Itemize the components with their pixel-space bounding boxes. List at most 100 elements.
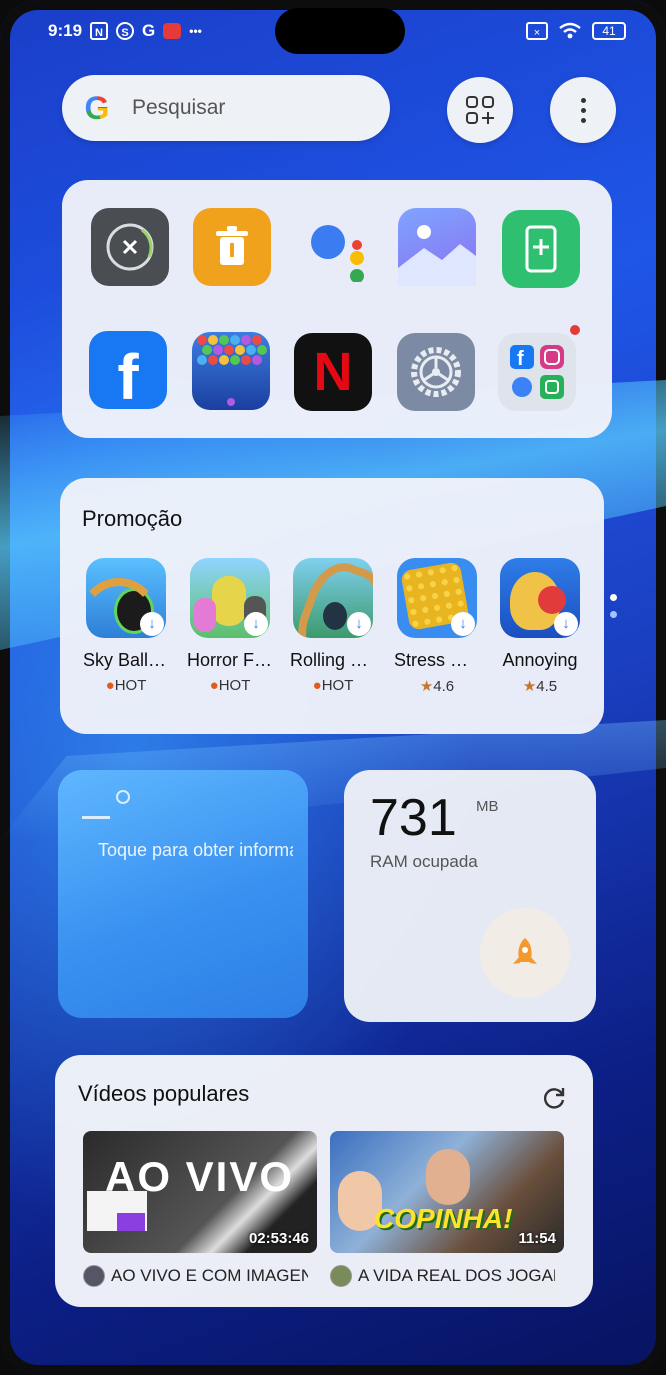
- google-search-bar[interactable]: G Pesquisar: [62, 75, 390, 141]
- boost-button[interactable]: [480, 908, 570, 998]
- game-rating: 4.6: [433, 678, 455, 695]
- ram-widget[interactable]: 731 MB RAM ocupada: [344, 770, 596, 1022]
- ram-label: RAM ocupada: [370, 852, 478, 871]
- hot-flame-icon: ●: [209, 677, 219, 694]
- app-bubble-shooter[interactable]: [192, 332, 270, 410]
- hot-flame-icon: ●: [105, 677, 115, 694]
- bubble-shooter-icon: [197, 335, 267, 406]
- promo-game-5[interactable]: ↓ Annoying ★4.5: [500, 558, 580, 695]
- add-widget-button[interactable]: [447, 77, 513, 143]
- sky-ball-thumbnail: ↓: [86, 558, 166, 638]
- page-indicator: [610, 594, 617, 628]
- rocket-icon: [513, 938, 537, 964]
- video-duration: 11:54: [518, 1230, 556, 1247]
- game-rating: 4.5: [536, 678, 558, 695]
- battery-icon: 41: [592, 22, 626, 40]
- promotion-card: Promoção ↓ Sky Ball Jump ●HOT ↓ Horror F…: [60, 478, 604, 734]
- annoying-thumbnail: ↓: [500, 558, 580, 638]
- phone-clone-icon: [525, 225, 557, 273]
- download-icon: ↓: [554, 612, 578, 636]
- facebook-icon: f: [117, 341, 139, 413]
- more-vertical-icon: [580, 97, 586, 123]
- app-social-folder[interactable]: f: [498, 325, 580, 411]
- star-icon: ★: [522, 678, 537, 695]
- video-duration: 02:53:46: [248, 1230, 309, 1247]
- page-dot-active: [610, 594, 617, 601]
- app-cleaner[interactable]: [91, 208, 169, 286]
- promotion-title: Promoção: [82, 506, 183, 531]
- channel-avatar: [330, 1265, 352, 1287]
- game-name: Sky Ball Jump: [83, 650, 169, 670]
- game-rating: HOT: [114, 677, 147, 694]
- videos-title: Vídeos populares: [78, 1081, 250, 1106]
- home-screen: 9:19 N S G ••• × 41 G Pesquisar f N f Pr…: [0, 0, 666, 1375]
- status-bar: 9:19 N S G ••• × 41: [48, 16, 626, 46]
- star-icon: ★: [419, 678, 434, 695]
- search-placeholder: Pesquisar: [132, 96, 226, 119]
- ram-unit: MB: [476, 798, 499, 815]
- app-recycle-bin[interactable]: [193, 208, 271, 286]
- trash-icon: [216, 226, 248, 265]
- mail-notification-icon: [163, 23, 182, 39]
- google-logo-icon: G: [80, 91, 114, 125]
- netflix-icon: N: [313, 342, 353, 402]
- no-sim-icon: ×: [526, 22, 548, 40]
- rolling-ball-thumbnail: ↓: [293, 558, 373, 638]
- degree-icon: [116, 790, 130, 804]
- ram-value: 731: [370, 789, 457, 847]
- app-phone-clone[interactable]: [502, 210, 580, 288]
- wifi-icon: [559, 22, 581, 39]
- apps-card: f N f: [62, 180, 612, 438]
- app-settings[interactable]: [397, 333, 475, 411]
- weather-hint: Toque para obter informações: [98, 840, 293, 860]
- video-overlay-text: COPINHA!: [374, 1203, 513, 1234]
- popular-videos-card: Vídeos populares AO VIVO 02:53:46 AO VIV…: [55, 1055, 593, 1307]
- video-title-2[interactable]: A VIDA REAL DOS JOGADORES: [330, 1265, 555, 1287]
- channel-avatar: [83, 1265, 105, 1287]
- more-notifications-icon: •••: [189, 24, 202, 38]
- promo-game-1[interactable]: ↓ Sky Ball Jump ●HOT: [83, 558, 169, 694]
- download-icon: ↓: [140, 612, 164, 636]
- promo-game-4[interactable]: ↓ Stress Relief ★4.6: [394, 558, 480, 695]
- app-netflix[interactable]: N: [294, 333, 372, 411]
- more-options-button[interactable]: [550, 77, 616, 143]
- notification-g-icon: G: [142, 21, 156, 40]
- weather-placeholder-dash: [82, 816, 110, 819]
- app-gallery[interactable]: [398, 208, 476, 286]
- app-facebook[interactable]: f: [89, 331, 167, 413]
- game-rating: HOT: [218, 677, 251, 694]
- app-google-assistant[interactable]: [296, 208, 374, 286]
- video-thumbnail-2[interactable]: COPINHA! 11:54: [330, 1131, 564, 1253]
- add-widget-icon: [466, 96, 494, 124]
- svg-text:f: f: [517, 348, 524, 370]
- video-title-1[interactable]: AO VIVO E COM IMAGENS: [83, 1265, 308, 1287]
- notification-dot: [570, 325, 580, 335]
- video-thumbnail-1[interactable]: AO VIVO 02:53:46: [83, 1131, 317, 1253]
- game-name: Stress Relief: [394, 650, 480, 670]
- channel-logo-graphic: [117, 1213, 145, 1231]
- download-icon: ↓: [244, 612, 268, 636]
- promo-game-2[interactable]: ↓ Horror Friends ●HOT: [187, 558, 273, 694]
- person-graphic: [426, 1149, 470, 1205]
- notification-n-icon: N: [90, 22, 109, 40]
- game-rating: HOT: [321, 677, 354, 694]
- settings-icon: [411, 347, 461, 397]
- download-icon: ↓: [451, 612, 475, 636]
- refresh-icon[interactable]: [541, 1085, 567, 1111]
- weather-widget[interactable]: Toque para obter informações: [58, 770, 308, 1018]
- clock: 9:19: [48, 21, 83, 40]
- close-circle-icon: [106, 223, 154, 271]
- gallery-icon: [398, 225, 476, 286]
- game-name: Annoying: [502, 650, 578, 670]
- hot-flame-icon: ●: [312, 677, 322, 694]
- notification-s-icon: S: [116, 22, 135, 40]
- download-icon: ↓: [347, 612, 371, 636]
- page-dot: [610, 611, 617, 618]
- game-name: Rolling Ball: [290, 650, 376, 670]
- promo-game-3[interactable]: ↓ Rolling Ball ●HOT: [290, 558, 376, 694]
- stress-relief-thumbnail: ↓: [397, 558, 477, 638]
- horror-friends-thumbnail: ↓: [190, 558, 270, 638]
- assistant-icon: [311, 225, 364, 282]
- social-folder-icon: f: [510, 345, 564, 399]
- game-name: Horror Friends: [187, 650, 273, 670]
